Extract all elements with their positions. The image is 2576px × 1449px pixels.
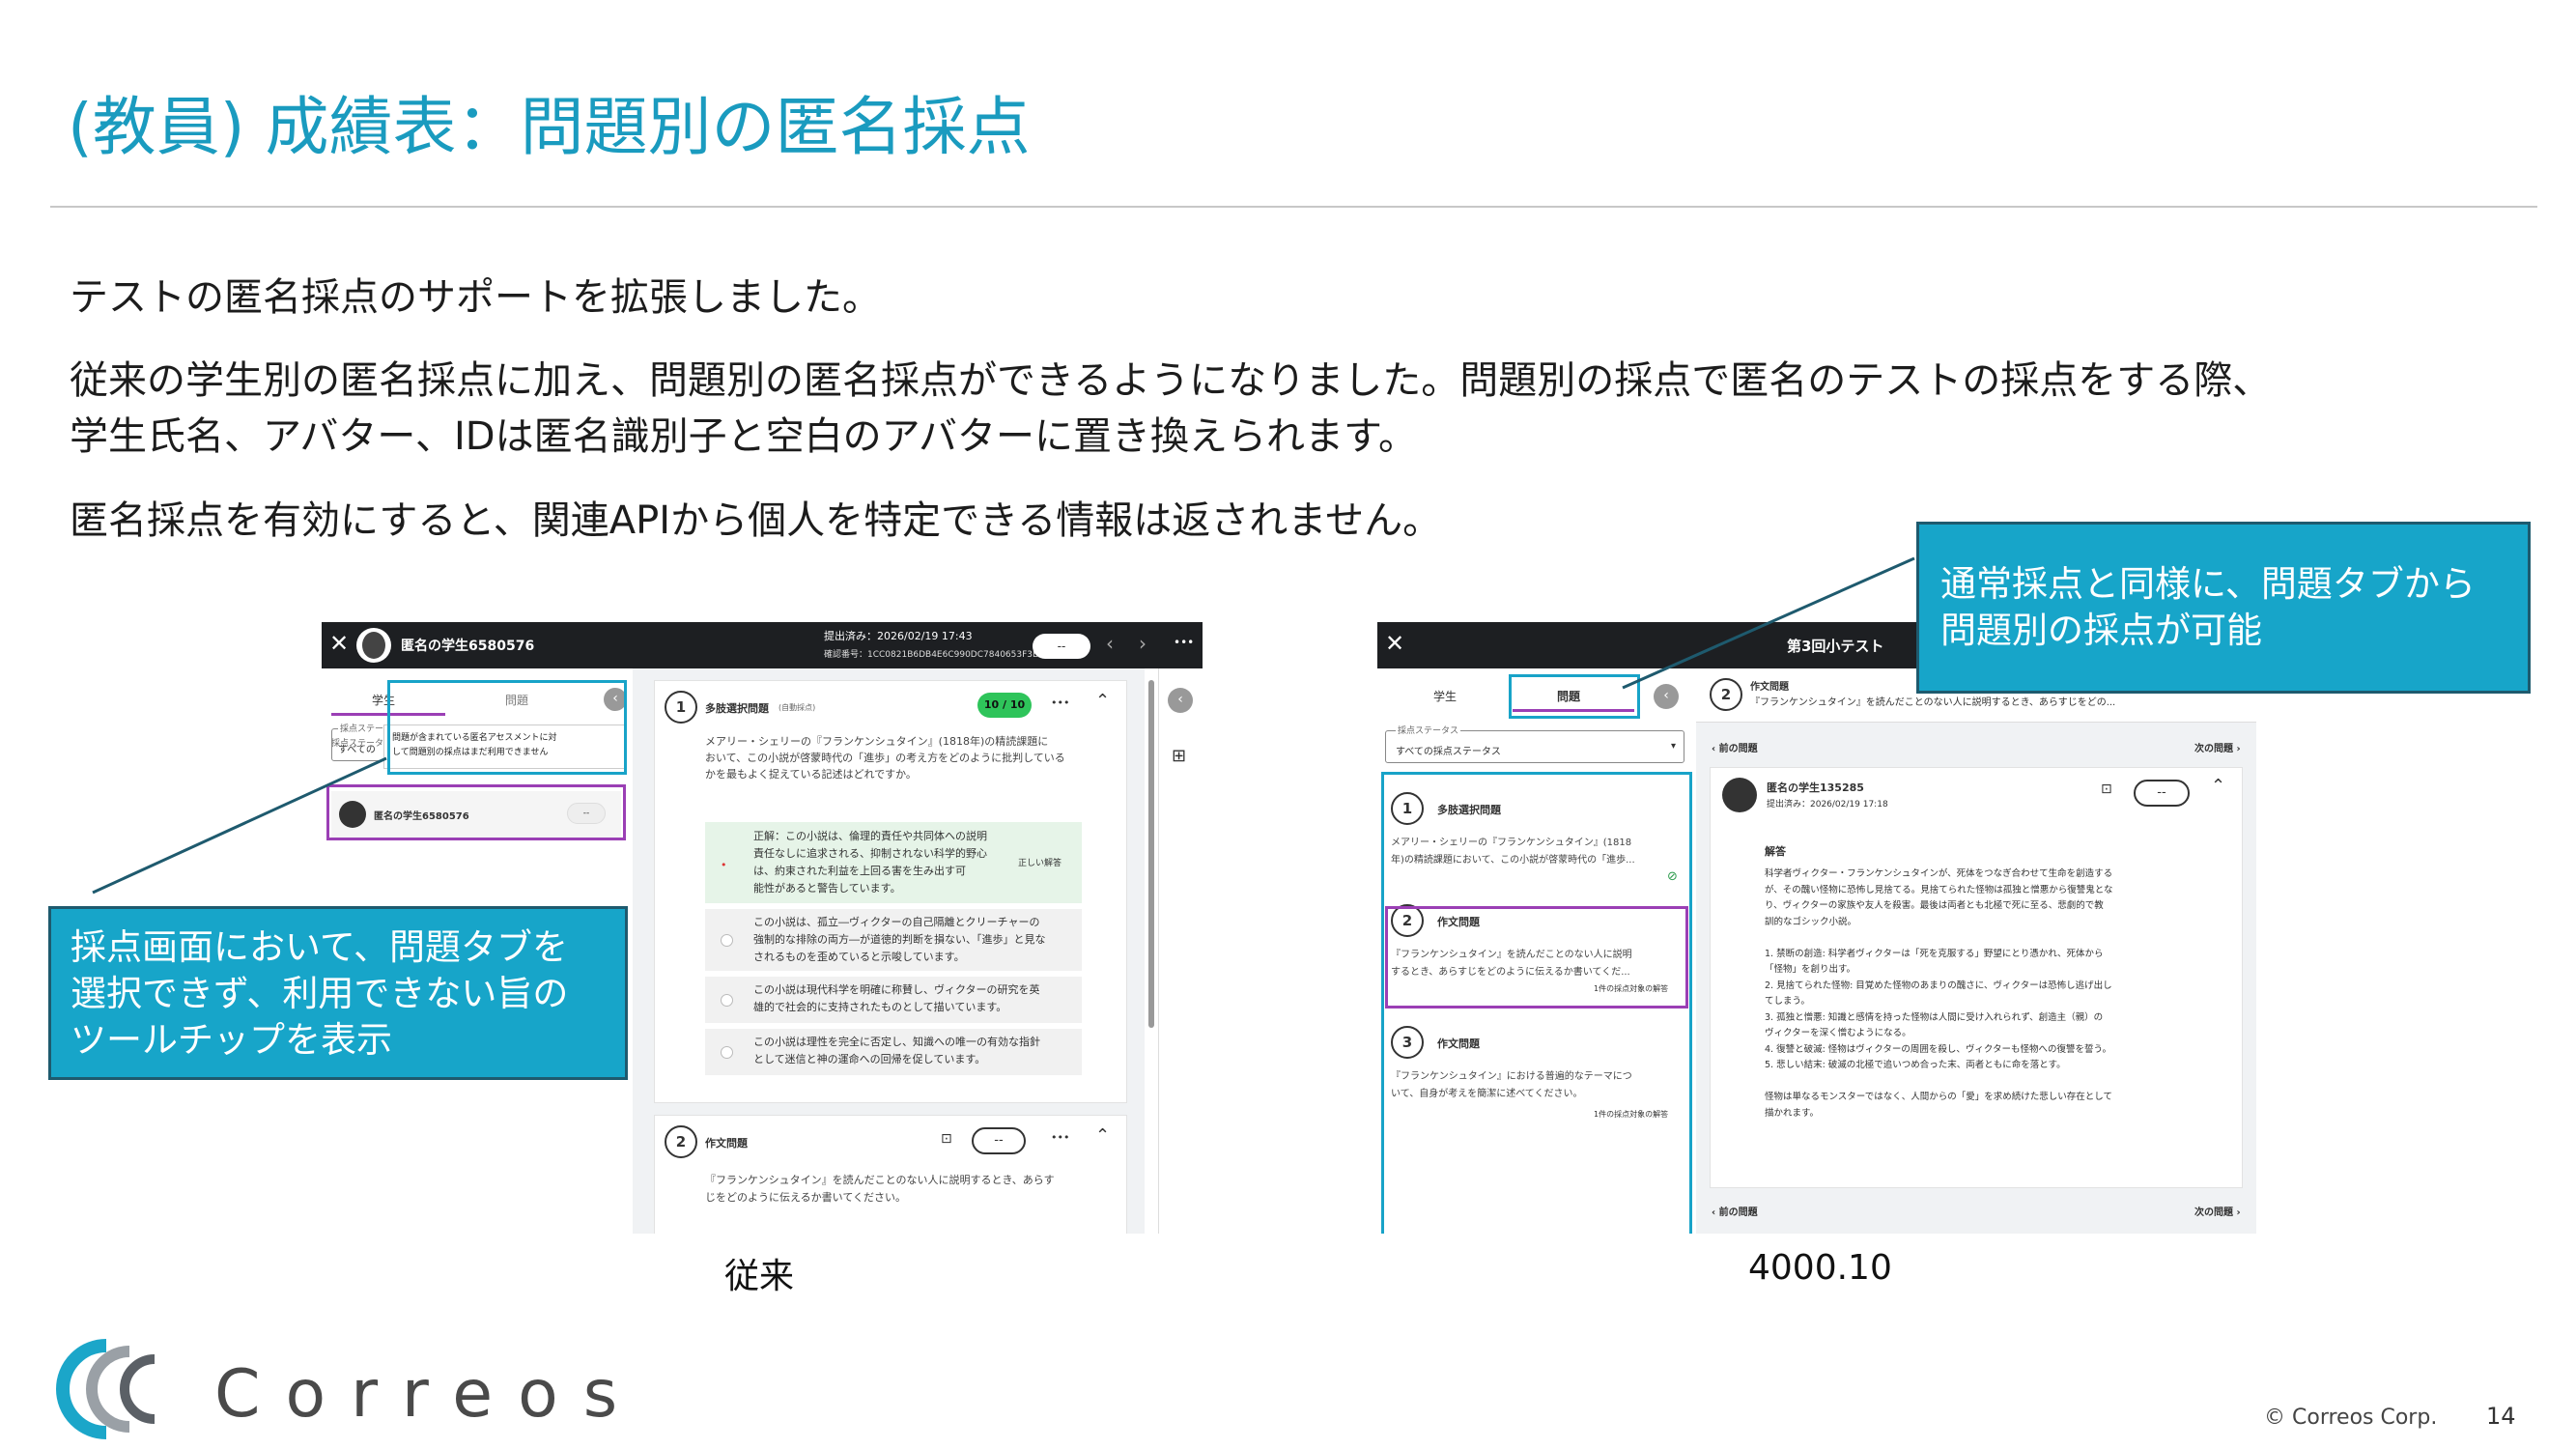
callout-left-line-1: 採点画面において、問題タブを — [71, 926, 569, 968]
connector-right — [1622, 556, 1915, 690]
label-new: 4000.10 — [1748, 1248, 1892, 1288]
page-number: 14 — [2486, 1403, 2516, 1430]
callout-left-line-3: ツールチップを表示 — [71, 1019, 392, 1061]
callout-right: 通常採点と同様に、問題タブから 問題別の採点が可能 — [1916, 522, 2531, 694]
callout-left: 採点画面において、問題タブを 選択できず、利用できない旨の ツールチップを表示 — [48, 906, 628, 1080]
copyright: © Correos Corp. — [2264, 1406, 2438, 1430]
correos-logo-mark — [56, 1339, 156, 1439]
callout-connectors — [92, 556, 1915, 895]
connector-left — [92, 756, 387, 895]
label-old: 従来 — [724, 1257, 795, 1296]
callout-right-line-1: 通常採点と同様に、問題タブから — [1940, 563, 2476, 605]
callout-left-line-2: 選択できず、利用できない旨の — [71, 973, 569, 1014]
logo-wordmark: Correos — [214, 1356, 643, 1433]
callout-right-line-2: 問題別の採点が可能 — [1940, 610, 2262, 651]
